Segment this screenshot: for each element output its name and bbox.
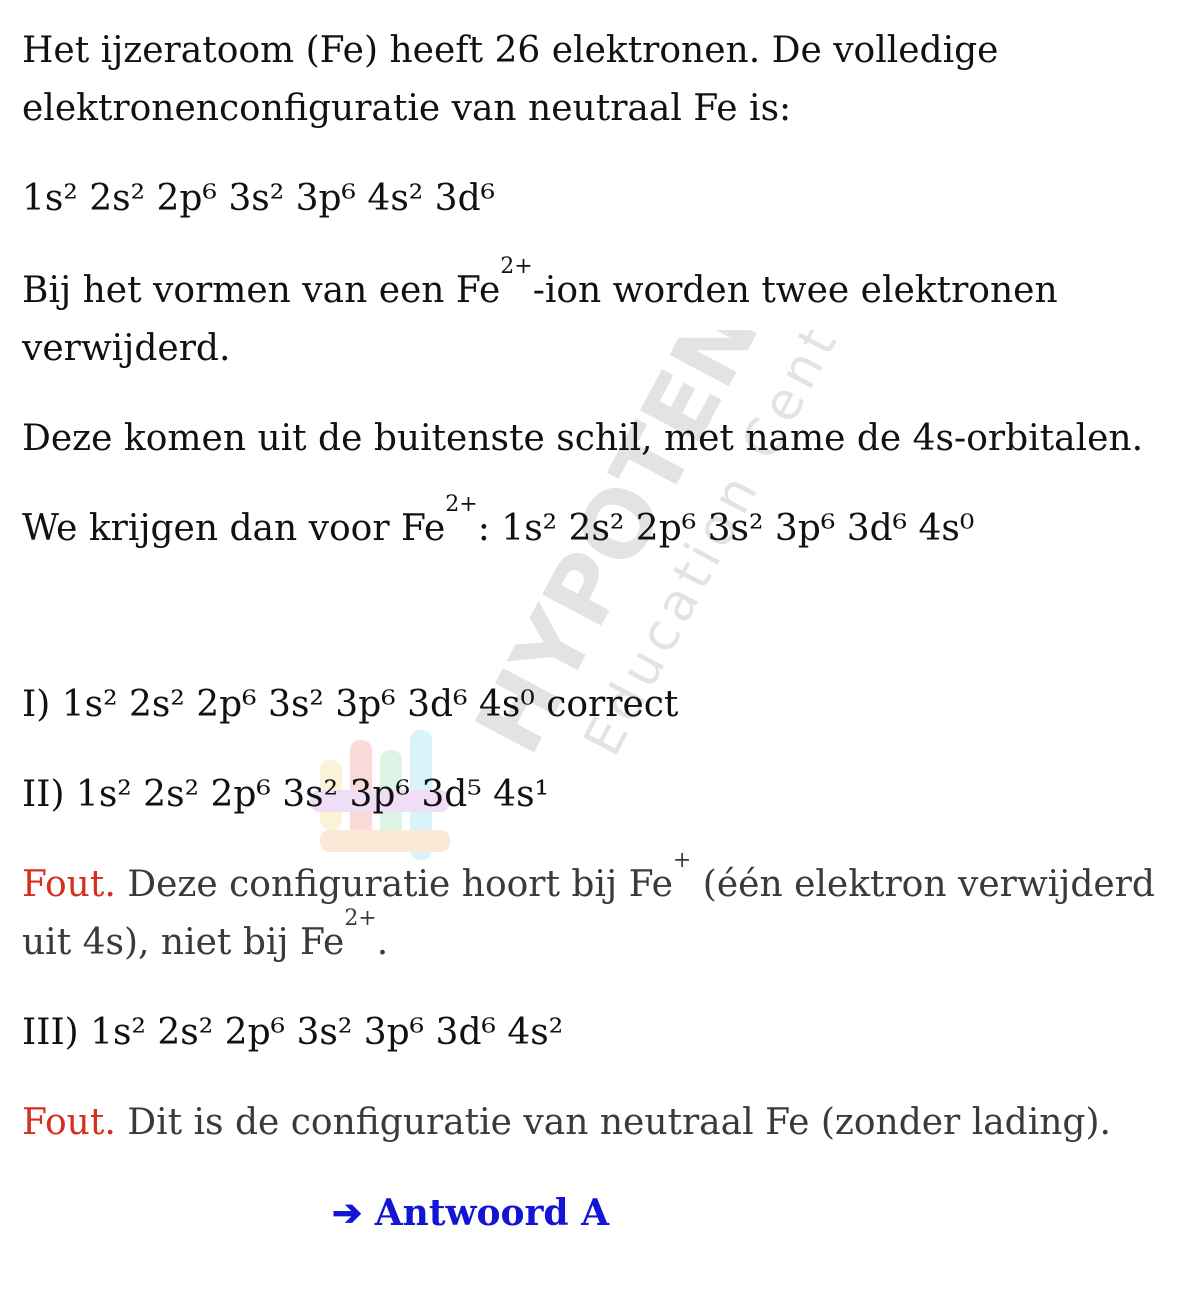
answer-text: Antwoord A	[374, 1192, 610, 1234]
ion-intro: Bij het vormen van een Fe2+-ion worden t…	[22, 256, 1170, 320]
option-ii-feedback-line-2: uit 4s), niet bij Fe2+.	[22, 908, 1170, 972]
ion-charge: 2+	[500, 254, 533, 279]
result-config: : 1s² 2s² 2p⁶ 3s² 3p⁶ 3d⁶ 4s⁰	[477, 508, 975, 549]
feedback-text-4: .	[376, 922, 389, 963]
fout-label: Fout.	[22, 864, 116, 905]
ion-intro-text-2: -ion worden twee elektronen	[532, 270, 1058, 311]
option-ii: II) 1s² 2s² 2p⁶ 3s² 3p⁶ 3d⁵ 4s¹	[22, 774, 549, 815]
feedback-charge: +	[672, 848, 692, 873]
result-configuration: We krijgen dan voor Fe2+: 1s² 2s² 2p⁶ 3s…	[22, 494, 1170, 558]
intro-line-2: elektronenconfiguratie van neutraal Fe i…	[22, 88, 792, 129]
option-ii-feedback: Fout. Deze configuratie hoort bij Fe+ (é…	[22, 850, 1170, 914]
neutral-configuration: 1s² 2s² 2p⁶ 3s² 3p⁶ 4s² 3d⁶	[22, 178, 496, 219]
option-i: I) 1s² 2s² 2p⁶ 3s² 3p⁶ 3d⁶ 4s⁰ correct	[22, 684, 679, 725]
document-body: Het ijzeratoom (Fe) heeft 26 elektronen.…	[0, 0, 1194, 1242]
result-prefix: We krijgen dan voor Fe	[22, 508, 446, 549]
result-charge: 2+	[445, 492, 478, 517]
feedback-text-2: (één elektron verwijderd	[691, 864, 1155, 905]
feedback-text: Deze configuratie hoort bij Fe	[115, 864, 673, 905]
feedback-text-3: uit 4s), niet bij Fe	[22, 922, 345, 963]
option-iii: III) 1s² 2s² 2p⁶ 3s² 3p⁶ 3d⁶ 4s²	[22, 1012, 564, 1053]
arrow-icon: ➔	[332, 1192, 363, 1234]
ion-intro-text: Bij het vormen van een Fe	[22, 270, 501, 311]
feedback-charge-2: 2+	[344, 906, 377, 931]
feedback-text: Dit is de configuratie van neutraal Fe (…	[115, 1102, 1111, 1143]
intro-line-1: Het ijzeratoom (Fe) heeft 26 elektronen.…	[22, 30, 999, 71]
final-answer: ➔ Antwoord A	[22, 1184, 1170, 1242]
option-iii-feedback: Fout. Dit is de configuratie van neutraa…	[22, 1094, 1170, 1152]
fout-label: Fout.	[22, 1102, 116, 1143]
ion-intro-line-2: verwijderd.	[22, 328, 231, 369]
removal-note: Deze komen uit de buitenste schil, met n…	[22, 418, 1144, 459]
